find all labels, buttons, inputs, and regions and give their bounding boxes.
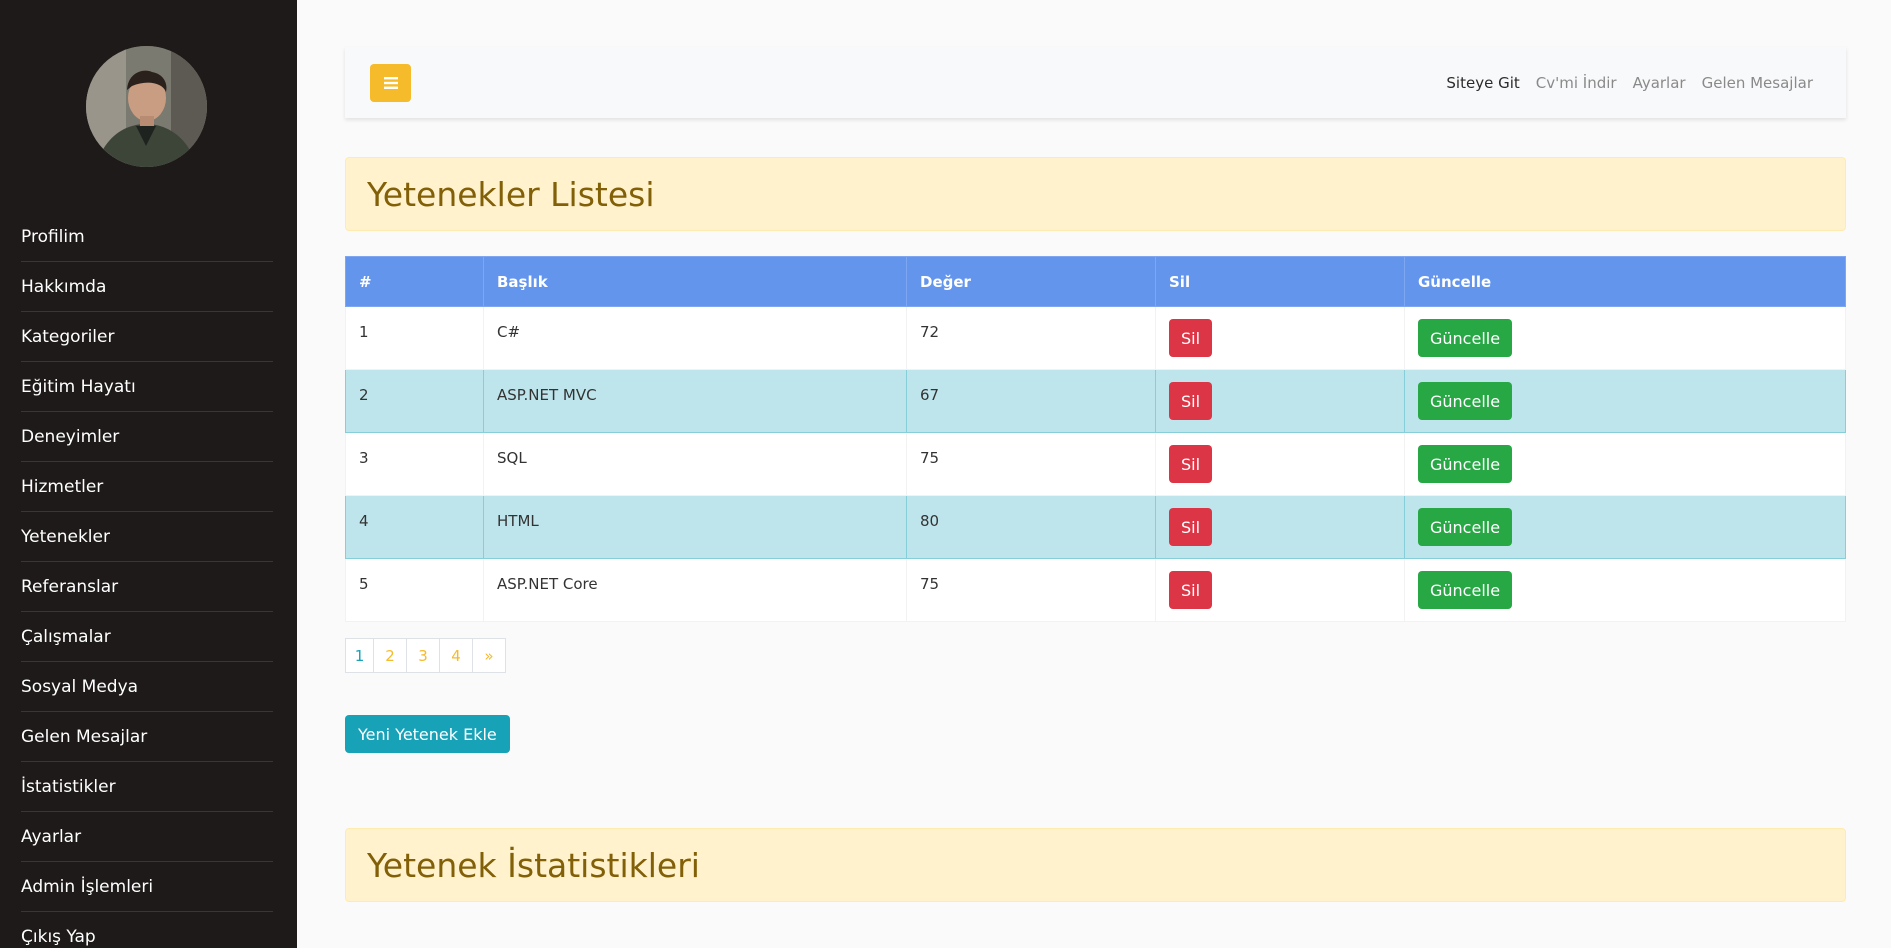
cell-id: 4 xyxy=(345,495,484,559)
sidebar-item-deneyimler[interactable]: Deneyimler xyxy=(21,412,273,462)
hamburger-icon xyxy=(383,73,398,94)
top-navbar: Siteye Git Cv'mi İndir Ayarlar Gelen Mes… xyxy=(345,47,1846,118)
skills-list-header: Yetenekler Listesi xyxy=(345,157,1846,231)
page-link-4[interactable]: 4 xyxy=(439,638,473,673)
sidebar-item-hakkimda[interactable]: Hakkımda xyxy=(21,262,273,312)
sidebar: Profilim Hakkımda Kategoriler Eğitim Hay… xyxy=(0,0,297,948)
page-link-next[interactable]: » xyxy=(472,638,506,673)
cell-value: 72 xyxy=(906,306,1156,370)
delete-button[interactable]: Sil xyxy=(1169,508,1213,546)
avatar-image xyxy=(86,46,207,167)
cell-delete: Sil xyxy=(1155,432,1405,496)
link-cv-indir[interactable]: Cv'mi İndir xyxy=(1536,74,1617,92)
table-header-row: # Başlık Değer Sil Güncelle xyxy=(345,256,1846,307)
cell-id: 5 xyxy=(345,558,484,622)
column-header-update: Güncelle xyxy=(1404,256,1846,307)
page-link-2[interactable]: 2 xyxy=(373,638,407,673)
sidebar-item-ayarlar[interactable]: Ayarlar xyxy=(21,812,273,862)
column-header-delete: Sil xyxy=(1155,256,1405,307)
cell-update: Güncelle xyxy=(1404,369,1846,433)
delete-button[interactable]: Sil xyxy=(1169,445,1213,483)
page-link-3[interactable]: 3 xyxy=(406,638,440,673)
link-gelen-mesajlar[interactable]: Gelen Mesajlar xyxy=(1702,74,1813,92)
cell-title: ASP.NET MVC xyxy=(483,369,907,433)
table-row: 4 HTML 80 Sil Güncelle xyxy=(345,495,1846,559)
cell-title: HTML xyxy=(483,495,907,559)
sidebar-nav: Profilim Hakkımda Kategoriler Eğitim Hay… xyxy=(21,212,273,948)
sidebar-item-gelen-mesajlar[interactable]: Gelen Mesajlar xyxy=(21,712,273,762)
cell-id: 1 xyxy=(345,306,484,370)
cell-id: 2 xyxy=(345,369,484,433)
sidebar-item-cikis-yap[interactable]: Çıkış Yap xyxy=(21,912,273,948)
table-row: 5 ASP.NET Core 75 Sil Güncelle xyxy=(345,558,1846,622)
sidebar-item-hizmetler[interactable]: Hizmetler xyxy=(21,462,273,512)
cell-value: 67 xyxy=(906,369,1156,433)
cell-delete: Sil xyxy=(1155,306,1405,370)
cell-update: Güncelle xyxy=(1404,432,1846,496)
skill-stats-header: Yetenek İstatistikleri xyxy=(345,828,1846,902)
cell-delete: Sil xyxy=(1155,495,1405,559)
page-title: Yetenekler Listesi xyxy=(367,174,655,214)
delete-button[interactable]: Sil xyxy=(1169,571,1213,609)
sidebar-item-calismalar[interactable]: Çalışmalar xyxy=(21,612,273,662)
add-skill-button[interactable]: Yeni Yetenek Ekle xyxy=(345,715,510,753)
update-button[interactable]: Güncelle xyxy=(1418,382,1513,420)
sidebar-item-sosyal-medya[interactable]: Sosyal Medya xyxy=(21,662,273,712)
sidebar-item-yetenekler[interactable]: Yetenekler xyxy=(21,512,273,562)
update-button[interactable]: Güncelle xyxy=(1418,445,1513,483)
sidebar-item-referanslar[interactable]: Referanslar xyxy=(21,562,273,612)
cell-delete: Sil xyxy=(1155,369,1405,433)
delete-button[interactable]: Sil xyxy=(1169,382,1213,420)
delete-button[interactable]: Sil xyxy=(1169,319,1213,357)
cell-value: 80 xyxy=(906,495,1156,559)
sidebar-item-egitim-hayati[interactable]: Eğitim Hayatı xyxy=(21,362,273,412)
cell-value: 75 xyxy=(906,558,1156,622)
update-button[interactable]: Güncelle xyxy=(1418,508,1513,546)
column-header-value: Değer xyxy=(906,256,1156,307)
table-row: 1 C# 72 Sil Güncelle xyxy=(345,306,1846,370)
cell-title: C# xyxy=(483,306,907,370)
sidebar-item-admin-islemleri[interactable]: Admin İşlemleri xyxy=(21,862,273,912)
cell-delete: Sil xyxy=(1155,558,1405,622)
top-links: Siteye Git Cv'mi İndir Ayarlar Gelen Mes… xyxy=(1446,47,1813,118)
update-button[interactable]: Güncelle xyxy=(1418,319,1513,357)
table-row: 3 SQL 75 Sil Güncelle xyxy=(345,432,1846,496)
update-button[interactable]: Güncelle xyxy=(1418,571,1513,609)
sidebar-item-kategoriler[interactable]: Kategoriler xyxy=(21,312,273,362)
column-header-title: Başlık xyxy=(483,256,907,307)
sidebar-toggle-button[interactable] xyxy=(370,64,411,102)
table-row: 2 ASP.NET MVC 67 Sil Güncelle xyxy=(345,369,1846,433)
cell-update: Güncelle xyxy=(1404,558,1846,622)
cell-title: ASP.NET Core xyxy=(483,558,907,622)
link-siteye-git[interactable]: Siteye Git xyxy=(1446,74,1519,92)
cell-id: 3 xyxy=(345,432,484,496)
cell-update: Güncelle xyxy=(1404,495,1846,559)
cell-update: Güncelle xyxy=(1404,306,1846,370)
avatar xyxy=(86,46,207,167)
skills-table: # Başlık Değer Sil Güncelle 1 C# 72 Sil … xyxy=(345,256,1846,622)
sidebar-item-profilim[interactable]: Profilim xyxy=(21,212,273,262)
cell-value: 75 xyxy=(906,432,1156,496)
page-link-1[interactable]: 1 xyxy=(345,638,374,673)
sidebar-item-istatistikler[interactable]: İstatistikler xyxy=(21,762,273,812)
link-ayarlar[interactable]: Ayarlar xyxy=(1633,74,1686,92)
pagination: 1 2 3 4 » xyxy=(345,638,506,673)
stats-title: Yetenek İstatistikleri xyxy=(367,845,700,885)
cell-title: SQL xyxy=(483,432,907,496)
column-header-id: # xyxy=(345,256,484,307)
